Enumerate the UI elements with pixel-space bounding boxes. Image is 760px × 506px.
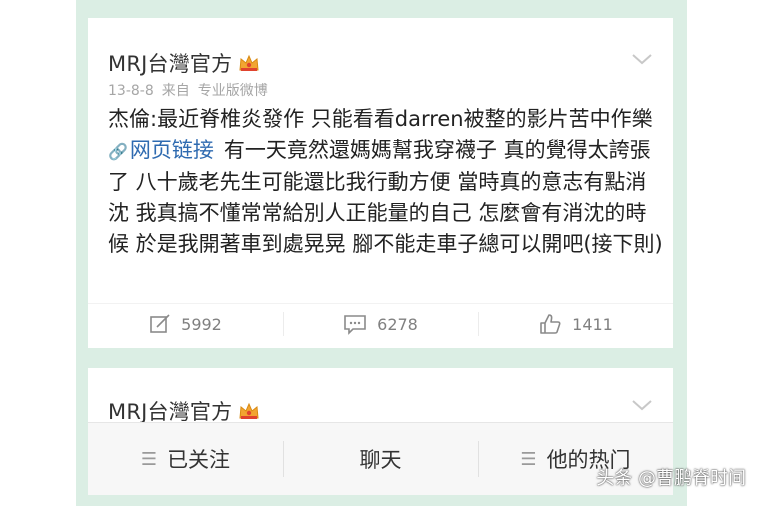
profile-bottom-bar: ☰ 已关注 聊天 ☰ 他的热门 (88, 422, 673, 495)
web-link[interactable]: 🔗网页链接 (108, 138, 214, 162)
chat-button[interactable]: 聊天 (283, 423, 478, 495)
menu-icon: ☰ (520, 448, 537, 470)
watermark: 头条 @曹鹏脊时间 (596, 468, 746, 489)
post-date: 13-8-8 (108, 83, 154, 99)
post-text: 杰倫:最近脊椎炎發作 只能看看darren被整的影片苦中作樂🔗网页链接 有一天竟然… (108, 104, 663, 260)
post-header: MRJ台灣官方 (108, 48, 260, 78)
repost-button[interactable]: 5992 (88, 304, 283, 344)
username[interactable]: MRJ台灣官方 (108, 52, 232, 76)
repost-icon (150, 314, 170, 333)
chat-label: 聊天 (359, 448, 402, 472)
post-meta: 13-8-8 来自 专业版微博 (108, 80, 276, 100)
weibo-post-card: MRJ台灣官方 13-8-8 来自 专业版微博 杰倫:最近脊椎炎發作 只能看看dar… (88, 18, 673, 348)
comment-button[interactable]: 6278 (283, 304, 478, 344)
comment-count: 6278 (377, 314, 418, 334)
username-2[interactable]: MRJ台灣官方 (108, 400, 232, 424)
menu-icon: ☰ (140, 448, 158, 470)
web-link-label[interactable]: 网页链接 (130, 138, 214, 162)
like-icon (540, 314, 561, 334)
chevron-down-icon[interactable] (631, 398, 653, 412)
like-count: 1411 (572, 314, 613, 334)
post-text-part1: 杰倫:最近脊椎炎發作 只能看看darren被整的影片苦中作樂 (108, 107, 653, 131)
post-actions: 5992 6278 1411 (88, 303, 673, 344)
repost-count: 5992 (181, 314, 222, 334)
link-icon: 🔗 (108, 142, 128, 161)
post-source[interactable]: 专业版微博 (198, 83, 268, 99)
source-prefix: 来自 (161, 83, 190, 99)
chevron-down-icon[interactable] (631, 52, 653, 66)
followed-button[interactable]: ☰ 已关注 (88, 423, 283, 495)
like-button[interactable]: 1411 (478, 304, 673, 344)
comment-icon (344, 315, 366, 335)
crown-icon (238, 53, 260, 73)
followed-label: 已关注 (167, 448, 231, 472)
crown-icon (238, 401, 260, 421)
